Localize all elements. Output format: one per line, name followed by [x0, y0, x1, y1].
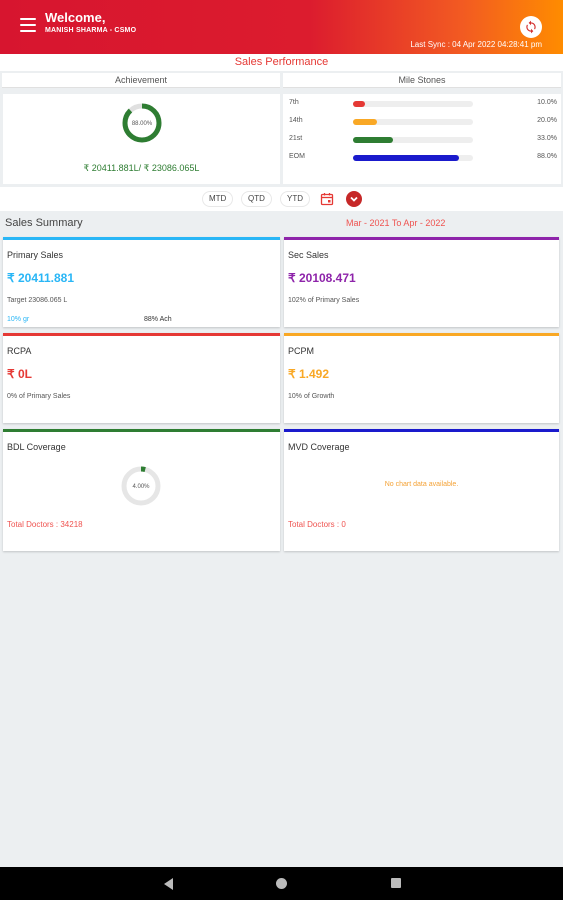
milestone-track — [353, 137, 473, 143]
milestone-label: 14th — [289, 117, 303, 124]
milestone-label: 21st — [289, 135, 303, 142]
calendar-icon[interactable] — [320, 192, 334, 206]
card-accent — [3, 333, 280, 336]
app-header: Welcome, MANISH SHARMA - CSMO Last Sync … — [0, 0, 563, 54]
primary-sales-card[interactable]: Primary Sales ₹ 20411.881 Target 23086.0… — [3, 237, 280, 327]
milestone-bar — [353, 137, 393, 143]
expand-filter-button[interactable] — [346, 191, 362, 207]
sales-summary-range: Mar - 2021 To Apr - 2022 — [346, 218, 446, 228]
no-chart-data-text: No chart data available. — [384, 481, 459, 488]
achievement-percent: 88.00% — [132, 121, 153, 127]
mvd-coverage-card[interactable]: MVD Coverage No chart data available. To… — [284, 429, 559, 551]
achievement-amount: ₹ 20411.881L/ ₹ 23086.065L — [83, 163, 200, 173]
filter-mtd-button[interactable]: MTD — [202, 191, 234, 207]
milestone-track — [353, 119, 473, 125]
filter-ytd-button[interactable]: YTD — [280, 191, 310, 207]
card-value: ₹ 1.492 — [288, 367, 329, 381]
achievement-text: 88% Ach — [144, 316, 172, 323]
card-title: RCPA — [7, 346, 32, 356]
milestone-row-eom: EOM 88.0% — [283, 152, 561, 164]
card-title: PCPM — [288, 346, 315, 356]
sales-summary-title: Sales Summary — [5, 217, 83, 229]
milestone-track — [353, 155, 473, 161]
bdl-coverage-card[interactable]: BDL Coverage 4.00% Total Doctors : 34218 — [3, 429, 280, 551]
sync-button[interactable] — [520, 16, 542, 38]
total-doctors: Total Doctors : 34218 — [7, 520, 83, 529]
system-navigation-bar — [0, 867, 563, 900]
card-accent — [3, 429, 280, 432]
card-subtext: 10% of Growth — [288, 393, 335, 400]
rcpa-card[interactable]: RCPA ₹ 0L 0% of Primary Sales — [3, 333, 280, 423]
filter-qtd-button[interactable]: QTD — [241, 191, 272, 207]
card-value: ₹ 20108.471 — [288, 271, 356, 285]
milestones-heading: Mile Stones — [283, 73, 561, 88]
bdl-donut: 4.00% — [121, 466, 161, 506]
achievement-heading: Achievement — [2, 73, 280, 88]
welcome-text: Welcome, — [45, 10, 106, 25]
period-filter-bar: MTD QTD YTD — [0, 187, 563, 211]
user-name: MANISH SHARMA - CSMO — [45, 27, 137, 34]
card-accent — [284, 429, 559, 432]
total-doctors: Total Doctors : 0 — [288, 520, 346, 529]
card-accent — [3, 237, 280, 240]
milestone-percent: 20.0% — [537, 117, 557, 124]
card-value: ₹ 0L — [7, 367, 32, 381]
pcpm-card[interactable]: PCPM ₹ 1.492 10% of Growth — [284, 333, 559, 423]
achievement-donut: 88.00% — [122, 103, 162, 143]
milestone-track — [353, 101, 473, 107]
milestone-percent: 88.0% — [537, 153, 557, 160]
card-target: Target 23086.065 L — [7, 297, 68, 304]
chevron-down-icon — [350, 196, 358, 202]
card-accent — [284, 333, 559, 336]
milestone-row-14th: 14th 20.0% — [283, 116, 561, 128]
milestones-panel: 7th 10.0% 14th 20.0% 21st 33.0% EOM 88.0… — [283, 94, 561, 184]
milestone-label: EOM — [289, 153, 305, 160]
back-icon[interactable] — [164, 878, 173, 890]
card-subtext: 0% of Primary Sales — [7, 393, 71, 400]
card-title: Primary Sales — [7, 250, 64, 260]
milestone-row-7th: 7th 10.0% — [283, 98, 561, 110]
card-title: Sec Sales — [288, 250, 329, 260]
hamburger-menu-icon[interactable] — [20, 18, 36, 32]
last-sync-text: Last Sync : 04 Apr 2022 04:28:41 pm — [410, 40, 542, 49]
milestone-percent: 33.0% — [537, 135, 557, 142]
card-subtext: 102% of Primary Sales — [288, 297, 360, 304]
milestone-bar — [353, 101, 365, 107]
card-accent — [284, 237, 559, 240]
recent-apps-icon[interactable] — [391, 878, 401, 888]
milestone-row-21st: 21st 33.0% — [283, 134, 561, 146]
bdl-percent: 4.00% — [132, 484, 150, 490]
sync-refresh-icon — [526, 20, 536, 34]
card-title: MVD Coverage — [288, 442, 350, 452]
card-value: ₹ 20411.881 — [7, 271, 75, 285]
home-icon[interactable] — [276, 878, 287, 889]
page-title: Sales Performance — [0, 54, 563, 71]
growth-text: 10% gr — [7, 316, 30, 323]
milestone-percent: 10.0% — [537, 99, 557, 106]
milestone-bar — [353, 119, 377, 125]
sec-sales-card[interactable]: Sec Sales ₹ 20108.471 102% of Primary Sa… — [284, 237, 559, 327]
milestone-bar — [353, 155, 459, 161]
card-title: BDL Coverage — [7, 442, 66, 452]
achievement-panel: 88.00% ₹ 20411.881L/ ₹ 23086.065L — [3, 94, 280, 184]
milestone-label: 7th — [289, 99, 299, 106]
